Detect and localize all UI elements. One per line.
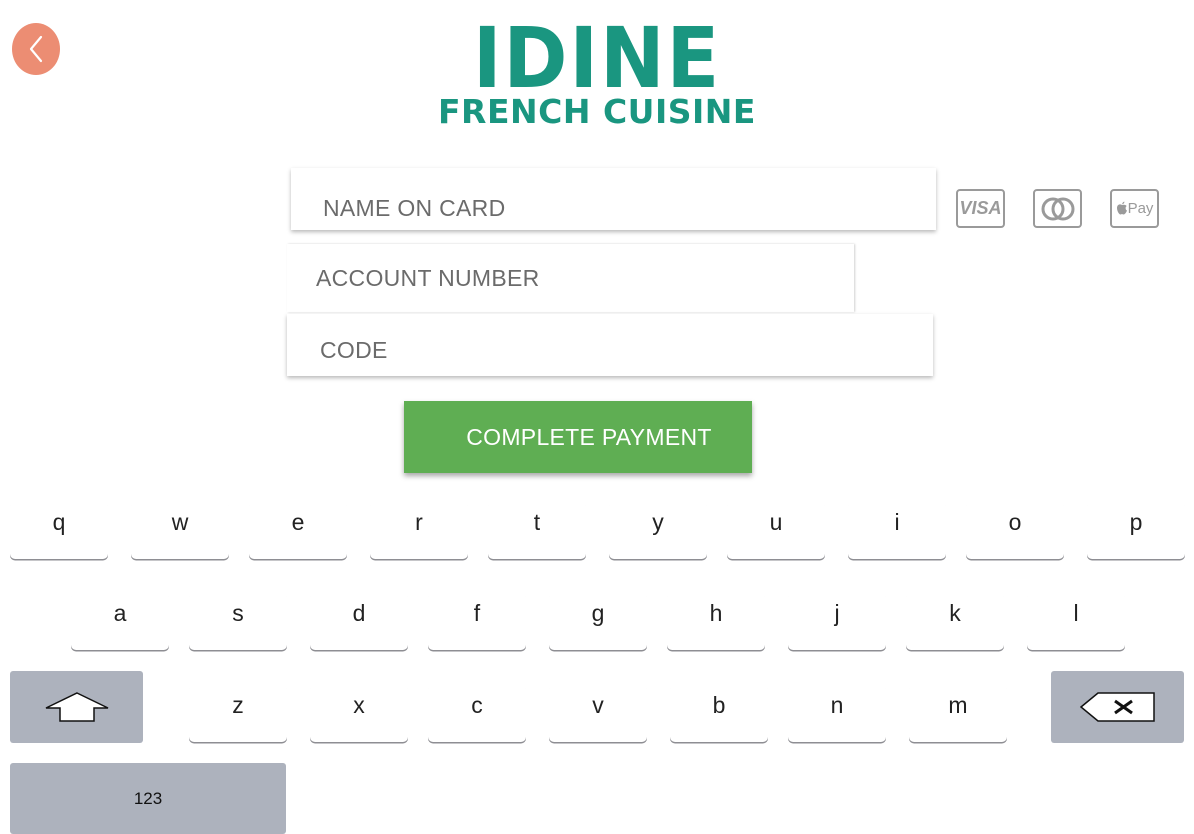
key-e[interactable]: e	[249, 501, 347, 559]
chevron-left-icon	[29, 35, 43, 63]
key-i[interactable]: i	[848, 501, 946, 559]
visa-icon[interactable]: VISA	[956, 189, 1005, 228]
key-t[interactable]: t	[488, 501, 586, 559]
key-k[interactable]: k	[906, 592, 1004, 650]
key-p[interactable]: p	[1087, 501, 1185, 559]
key-l[interactable]: l	[1027, 592, 1125, 650]
key-g[interactable]: g	[549, 592, 647, 650]
apple-logo-icon	[1116, 201, 1127, 215]
apple-pay-label: Pay	[1127, 200, 1154, 217]
numbers-key[interactable]: 123	[10, 763, 286, 834]
key-h[interactable]: h	[667, 592, 765, 650]
key-w[interactable]: w	[131, 501, 229, 559]
key-z[interactable]: z	[189, 684, 287, 742]
visa-label: VISA	[959, 198, 1002, 218]
key-m[interactable]: m	[909, 684, 1007, 742]
apple-pay-icon[interactable]: Pay	[1110, 189, 1159, 228]
key-b[interactable]: b	[670, 684, 768, 742]
key-y[interactable]: y	[609, 501, 707, 559]
complete-payment-button[interactable]: COMPLETE PAYMENT	[404, 401, 752, 473]
account-number-placeholder: ACCOUNT NUMBER	[316, 265, 540, 291]
key-q[interactable]: q	[10, 501, 108, 559]
key-u[interactable]: u	[727, 501, 825, 559]
key-s[interactable]: s	[189, 592, 287, 650]
account-number-field[interactable]: ACCOUNT NUMBER	[287, 244, 854, 312]
mastercard-icon[interactable]	[1033, 189, 1082, 228]
code-field[interactable]: CODE	[287, 314, 933, 376]
shift-arrow-icon	[45, 692, 108, 722]
name-on-card-field[interactable]: NAME ON CARD	[291, 168, 936, 230]
key-j[interactable]: j	[788, 592, 886, 650]
key-x[interactable]: x	[310, 684, 408, 742]
mastercard-circles-icon	[1041, 197, 1074, 220]
code-placeholder: CODE	[320, 337, 388, 363]
shift-key[interactable]	[10, 671, 143, 743]
key-r[interactable]: r	[370, 501, 468, 559]
key-v[interactable]: v	[549, 684, 647, 742]
name-on-card-placeholder: NAME ON CARD	[323, 195, 506, 221]
backspace-icon	[1079, 692, 1155, 722]
key-o[interactable]: o	[966, 501, 1064, 559]
backspace-key[interactable]	[1051, 671, 1184, 743]
key-f[interactable]: f	[428, 592, 526, 650]
key-a[interactable]: a	[71, 592, 169, 650]
restaurant-cuisine: FRENCH CUISINE	[438, 92, 756, 131]
key-n[interactable]: n	[788, 684, 886, 742]
key-d[interactable]: d	[310, 592, 408, 650]
key-c[interactable]: c	[428, 684, 526, 742]
